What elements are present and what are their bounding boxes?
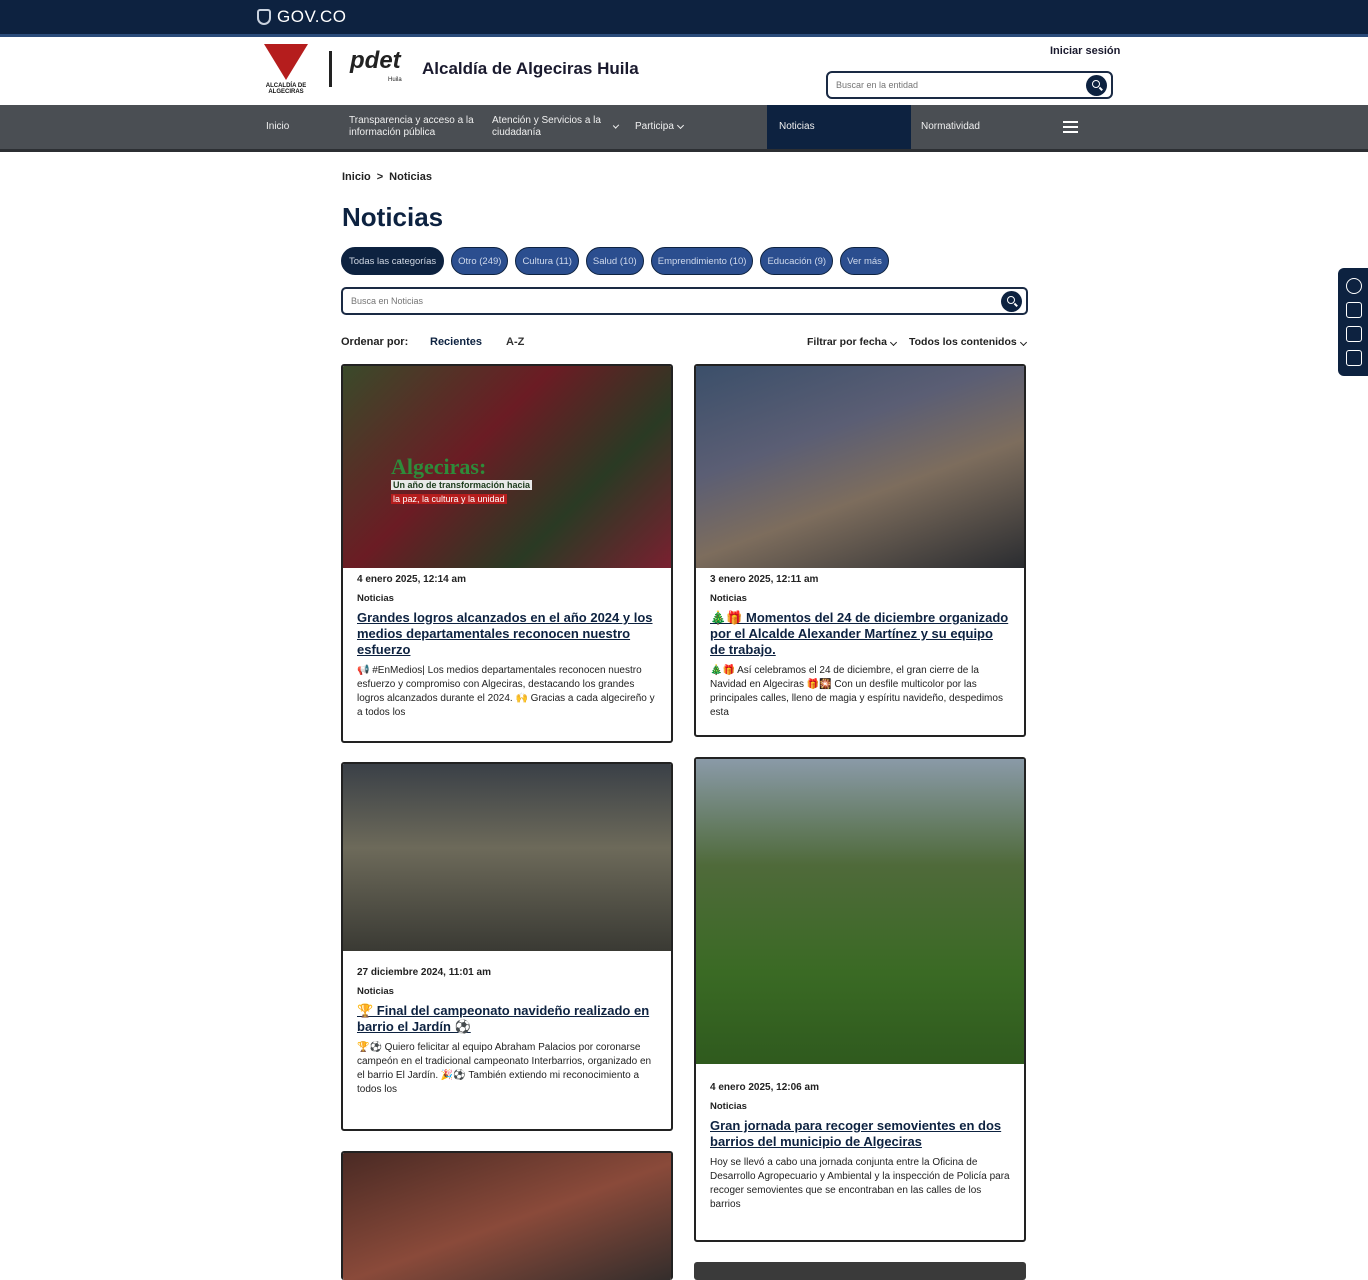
chip-emprendimiento[interactable]: Emprendimiento (10) [650, 247, 754, 275]
sort-recent-button[interactable]: Recientes [430, 336, 482, 348]
logo-divider [329, 51, 332, 87]
main-nav: Inicio Transparencia y acceso a la infor… [0, 105, 1368, 149]
hamburger-menu-icon[interactable] [1063, 121, 1078, 133]
crest-triangle-icon [264, 44, 308, 80]
news-card-date: 3 enero 2025, 12:11 am [710, 574, 819, 585]
news-card-date: 27 diciembre 2024, 11:01 am [357, 967, 491, 978]
entity-search-input[interactable] [836, 73, 1076, 97]
news-card-category: Noticias [357, 986, 394, 997]
chip-ver-mas[interactable]: Ver más [840, 247, 889, 275]
page-title: Noticias [342, 202, 444, 232]
chevron-down-icon [612, 122, 620, 129]
shield-icon [257, 9, 271, 25]
all-contents-dropdown[interactable]: Todos los contenidos [909, 336, 1027, 348]
pdet-logo-sub: Huila [388, 77, 402, 83]
category-filter-chips: Todas las categorías Otro (249) Cultura … [341, 247, 889, 275]
gov-bar: GOV.CO [0, 0, 1368, 34]
chevron-down-icon [676, 121, 684, 130]
news-card-title-link[interactable]: Gran jornada para recoger semovientes en… [710, 1118, 1010, 1150]
search-icon [1007, 296, 1015, 304]
chevron-down-icon [1019, 338, 1027, 347]
login-link[interactable]: Iniciar sesión [1050, 45, 1120, 57]
reduce-text-icon[interactable] [1346, 326, 1362, 342]
chip-all-categories[interactable]: Todas las categorías [341, 247, 445, 275]
municipality-crest-logo[interactable]: ALCALDÍA DE ALGECIRAS [262, 42, 310, 98]
news-card-title-link[interactable]: Grandes logros alcanzados en el año 2024… [357, 610, 657, 658]
search-icon [1092, 80, 1100, 88]
nav-item-label: Normatividad [921, 121, 980, 132]
breadcrumb-separator: > [376, 171, 384, 183]
gov-logo-text: GOV.CO [277, 7, 347, 26]
pdet-logo[interactable]: pdet [350, 47, 401, 75]
nav-divider [0, 149, 1368, 152]
nav-item-label: Participa [635, 121, 674, 132]
news-card-date: 4 enero 2025, 12:14 am [357, 574, 466, 585]
filter-date-label: Filtrar por fecha [807, 336, 887, 348]
entity-name[interactable]: Alcaldía de Algeciras Huila [422, 59, 639, 79]
nav-item-atencion[interactable]: Atención y Servicios a la ciudadanía [492, 105, 620, 149]
sort-az-button[interactable]: A-Z [506, 336, 524, 348]
breadcrumb-home-link[interactable]: Inicio [342, 171, 371, 183]
image-subheadline: Un año de transformación hacia [391, 480, 533, 490]
news-card-title-link[interactable]: 🏆 Final del campeonato navideño realizad… [357, 1003, 657, 1035]
news-card-category: Noticias [710, 1101, 747, 1112]
news-card[interactable] [341, 1151, 673, 1280]
nav-item-transparencia[interactable]: Transparencia y acceso a la información … [349, 105, 479, 149]
accessibility-toolbar [1338, 268, 1368, 376]
accessibility-icon[interactable] [1346, 350, 1362, 366]
nav-item-participa[interactable]: Participa [635, 105, 745, 149]
news-card[interactable]: Algeciras: Un año de transformación haci… [341, 364, 673, 743]
nav-item-normatividad[interactable]: Normatividad [921, 105, 1031, 149]
all-contents-label: Todos los contenidos [909, 336, 1017, 348]
news-card-title-link[interactable]: 🎄🎁 Momentos del 24 de diciembre organiza… [710, 610, 1010, 658]
news-card[interactable] [694, 1262, 1026, 1280]
news-card-category: Noticias [710, 593, 747, 604]
chip-otro[interactable]: Otro (249) [451, 247, 509, 275]
news-card-image[interactable] [694, 1262, 1026, 1280]
sort-filter-bar: Ordenar por: Recientes A-Z Filtrar por f… [341, 336, 1028, 352]
news-card-excerpt: Hoy se llevó a cabo una jornada conjunta… [710, 1157, 1010, 1210]
news-card-image[interactable]: Algeciras: Un año de transformación haci… [343, 366, 671, 568]
font-size-icon[interactable] [1346, 302, 1362, 318]
contrast-icon[interactable] [1346, 278, 1362, 294]
news-card-excerpt: 🏆⚽ Quiero felicitar al equipo Abraham Pa… [357, 1042, 652, 1095]
site-header: ALCALDÍA DE ALGECIRAS pdet Huila Alcaldí… [0, 37, 1368, 105]
nav-item-label: Atención y Servicios a la ciudadanía [492, 115, 601, 138]
breadcrumb: Inicio > Noticias [342, 171, 432, 183]
news-card-image[interactable] [696, 366, 1024, 568]
nav-item-inicio[interactable]: Inicio [266, 105, 336, 149]
entity-search-button[interactable] [1086, 75, 1107, 96]
news-card-category: Noticias [357, 593, 394, 604]
news-card[interactable]: 4 enero 2025, 12:06 am Noticias Gran jor… [694, 757, 1026, 1242]
nav-item-label: Transparencia y acceso a la información … [349, 115, 474, 138]
chip-educacion[interactable]: Educación (9) [760, 247, 834, 275]
image-headline: Algeciras: [391, 454, 487, 479]
sort-label: Ordenar por: [341, 336, 409, 348]
news-card-date: 4 enero 2025, 12:06 am [710, 1082, 819, 1093]
nav-item-label: Noticias [779, 121, 815, 132]
news-card-image[interactable] [343, 1153, 671, 1280]
news-card-image[interactable] [696, 759, 1024, 1064]
nav-item-label: Inicio [266, 121, 290, 132]
crest-caption: ALCALDÍA DE ALGECIRAS [265, 83, 307, 95]
news-search-button[interactable] [1001, 291, 1022, 312]
filter-date-dropdown[interactable]: Filtrar por fecha [807, 336, 897, 348]
nav-item-noticias[interactable]: Noticias [767, 105, 911, 149]
chip-salud[interactable]: Salud (10) [585, 247, 644, 275]
entity-search-box [826, 71, 1113, 99]
news-card-excerpt: 🎄🎁 Así celebramos el 24 de diciembre, el… [710, 665, 1003, 718]
news-card[interactable]: 3 enero 2025, 12:11 am Noticias 🎄🎁 Momen… [694, 364, 1026, 737]
news-card-excerpt: 📢 #EnMedios| Los medios departamentales … [357, 665, 655, 718]
chip-cultura[interactable]: Cultura (11) [515, 247, 579, 275]
news-card-image[interactable] [343, 764, 671, 951]
image-subheadline-2: la paz, la cultura y la unidad [391, 494, 507, 504]
gov-logo[interactable]: GOV.CO [257, 6, 346, 28]
news-search-box [341, 287, 1028, 315]
news-search-input[interactable] [351, 289, 971, 313]
chevron-down-icon [889, 338, 897, 347]
breadcrumb-current: Noticias [389, 171, 432, 183]
news-card[interactable]: 27 diciembre 2024, 11:01 am Noticias 🏆 F… [341, 762, 673, 1131]
